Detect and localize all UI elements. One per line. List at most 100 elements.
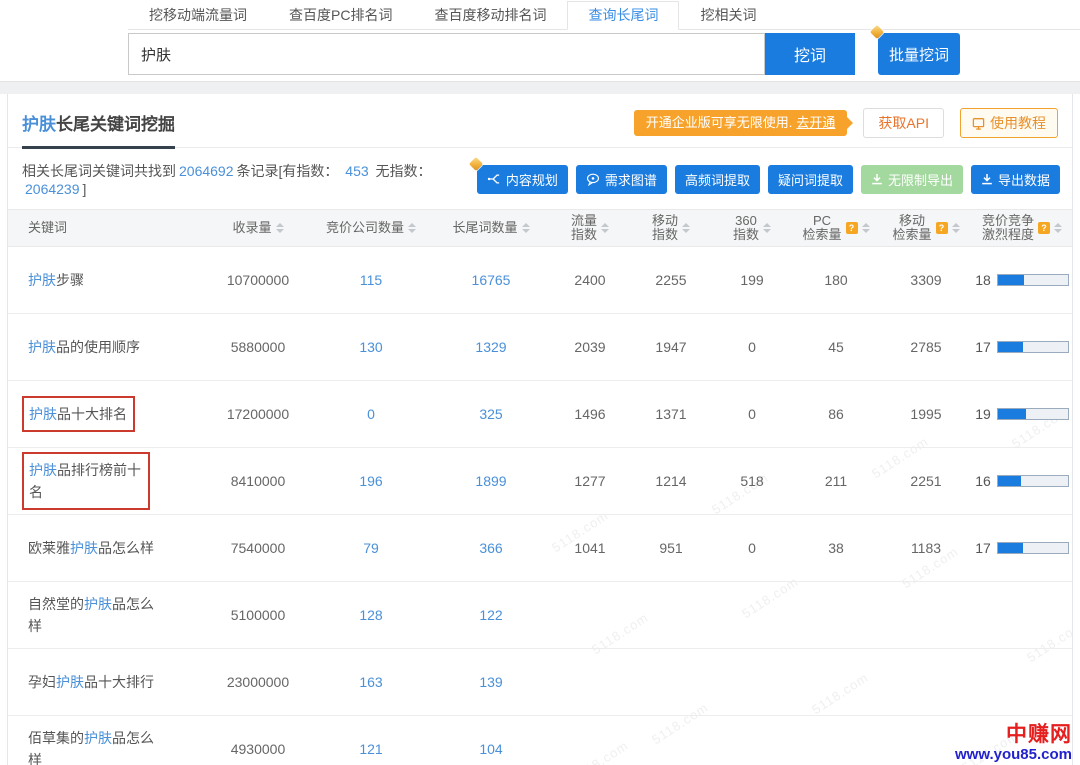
content-plan-button[interactable]: 内容规划 <box>477 165 568 194</box>
keyword-cell: 护肤品排行榜前十名 <box>8 460 206 502</box>
longtail-count[interactable]: 16765 <box>432 272 550 288</box>
longtail-count[interactable]: 104 <box>432 741 550 757</box>
keyword-link[interactable]: 护肤 <box>84 596 112 612</box>
mobile-index: 951 <box>630 540 712 556</box>
mobile-index: 1214 <box>630 473 712 489</box>
question-extract-button[interactable]: 疑问词提取 <box>768 165 853 194</box>
top-tab[interactable]: 查百度PC排名词 <box>268 1 413 30</box>
sort-icon[interactable] <box>408 223 416 233</box>
bid-company-count[interactable]: 79 <box>310 540 432 556</box>
compete-bar: 16 <box>975 473 1069 489</box>
keyword-link[interactable]: 护肤 <box>29 462 57 478</box>
included-count: 10700000 <box>206 272 310 288</box>
table-body: 护肤步骤 10700000 115 16765 2400 2255 199 18… <box>8 247 1072 765</box>
sort-icon[interactable] <box>276 223 284 233</box>
keyword-cell: 佰草集的护肤品怎么样 <box>8 727 206 765</box>
bid-company-count[interactable]: 130 <box>310 339 432 355</box>
keyword-cell: 护肤品十大排名 <box>8 404 206 424</box>
keyword-cell: 护肤步骤 <box>8 269 206 291</box>
section-title-rest: 长尾关键词挖掘 <box>56 115 175 134</box>
keyword-table: 关键词 收录量 竞价公司数量 长尾词数量 流量指数 移动指数 360指数 PC检… <box>8 209 1072 765</box>
keyword-cell: 护肤品的使用顺序 <box>8 336 206 358</box>
keyword-link[interactable]: 护肤 <box>70 540 98 556</box>
top-tab[interactable]: 挖移动端流量词 <box>128 1 268 30</box>
sort-icon[interactable] <box>1054 223 1062 233</box>
flow-index: 2400 <box>550 272 630 288</box>
sort-icon[interactable] <box>682 223 690 233</box>
col-mobile-index: 移动指数 <box>630 214 712 242</box>
bid-company-count[interactable]: 121 <box>310 741 432 757</box>
bid-company-count[interactable]: 128 <box>310 607 432 623</box>
flow-index: 2039 <box>550 339 630 355</box>
longtail-count[interactable]: 1899 <box>432 473 550 489</box>
high-freq-extract-button[interactable]: 高频词提取 <box>675 165 760 194</box>
mobile-search-volume: 1995 <box>880 406 972 422</box>
table-row: 护肤品的使用顺序 5880000 130 1329 2039 1947 0 45… <box>8 314 1072 381</box>
keyword-cell: 孕妇护肤品十大排行 <box>8 671 206 693</box>
pc-search-volume: 180 <box>792 272 880 288</box>
bid-company-count[interactable]: 196 <box>310 473 432 489</box>
keyword-search-input[interactable] <box>128 33 765 75</box>
top-tab-bar: 挖移动端流量词查百度PC排名词查百度移动排名词查询长尾词挖相关词 <box>128 1 1080 30</box>
longtail-count[interactable]: 366 <box>432 540 550 556</box>
sort-icon[interactable] <box>522 223 530 233</box>
sort-icon[interactable] <box>952 223 960 233</box>
sort-icon[interactable] <box>862 223 870 233</box>
sort-icon[interactable] <box>763 223 771 233</box>
get-api-button[interactable]: 获取API <box>863 108 944 138</box>
help-icon[interactable]: ? <box>846 222 858 234</box>
help-icon[interactable]: ? <box>936 222 948 234</box>
promo-upgrade-link[interactable]: 去开通 <box>796 115 835 130</box>
longtail-count[interactable]: 1329 <box>432 339 550 355</box>
longtail-count[interactable]: 122 <box>432 607 550 623</box>
longtail-count[interactable]: 325 <box>432 406 550 422</box>
export-data-button[interactable]: 导出数据 <box>971 165 1060 194</box>
keyword-link[interactable]: 护肤 <box>29 406 57 422</box>
enterprise-promo-banner[interactable]: 开通企业版可享无限使用.去开通 <box>634 110 848 136</box>
360-index: 0 <box>712 540 792 556</box>
included-count: 23000000 <box>206 674 310 690</box>
mobile-search-volume: 3309 <box>880 272 972 288</box>
pc-search-volume: 211 <box>792 473 880 489</box>
dig-words-button[interactable]: 挖词 <box>765 33 855 75</box>
mobile-index: 1947 <box>630 339 712 355</box>
compete-cell: 19 <box>972 406 1072 422</box>
tutorial-button[interactable]: 使用教程 <box>960 108 1058 138</box>
compete-cell: 17 <box>972 339 1072 355</box>
table-row: 欧莱雅护肤品怎么样 7540000 79 366 1041 951 0 38 1… <box>8 515 1072 582</box>
mobile-search-volume: 2785 <box>880 339 972 355</box>
keyword-link[interactable]: 护肤 <box>84 730 112 746</box>
keyword-link[interactable]: 护肤 <box>56 674 84 690</box>
panel-header: 护肤长尾关键词挖掘 开通企业版可享无限使用.去开通 获取API 使用教程 <box>8 94 1072 148</box>
table-row: 护肤步骤 10700000 115 16765 2400 2255 199 18… <box>8 247 1072 314</box>
included-count: 7540000 <box>206 540 310 556</box>
table-row: 佰草集的护肤品怎么样 4930000 121 104 <box>8 716 1072 765</box>
help-icon[interactable]: ? <box>1038 222 1050 234</box>
col-included: 收录量 <box>206 221 310 235</box>
compete-cell: 16 <box>972 473 1072 489</box>
mobile-index: 2255 <box>630 272 712 288</box>
demand-map-button[interactable]: 需求图谱 <box>576 165 667 194</box>
top-tab[interactable]: 查询长尾词 <box>567 1 679 30</box>
top-bar: 挖移动端流量词查百度PC排名词查百度移动排名词查询长尾词挖相关词 挖词 批量挖词 <box>0 0 1080 75</box>
bid-company-count[interactable]: 0 <box>310 406 432 422</box>
unlimited-export-button[interactable]: 无限制导出 <box>861 165 963 194</box>
included-count: 4930000 <box>206 741 310 757</box>
batch-dig-button[interactable]: 批量挖词 <box>878 33 960 75</box>
top-tab[interactable]: 挖相关词 <box>679 1 777 30</box>
longtail-count[interactable]: 139 <box>432 674 550 690</box>
col-compete: 竞价竞争激烈程度 ? <box>972 214 1072 242</box>
keyword-link[interactable]: 护肤 <box>28 272 56 288</box>
compete-cell: 18 <box>972 272 1072 288</box>
included-count: 8410000 <box>206 473 310 489</box>
summary-row: 相关长尾词关键词共找到2064692条记录[有指数： 453 无指数： 2064… <box>8 148 1072 209</box>
bid-company-count[interactable]: 163 <box>310 674 432 690</box>
bid-company-count[interactable]: 115 <box>310 272 432 288</box>
section-title: 护肤长尾关键词挖掘 <box>22 110 175 149</box>
360-index: 0 <box>712 339 792 355</box>
top-tab[interactable]: 查百度移动排名词 <box>413 1 567 30</box>
compete-bar: 19 <box>975 406 1069 422</box>
keyword-link[interactable]: 护肤 <box>28 339 56 355</box>
sort-icon[interactable] <box>601 223 609 233</box>
table-row: 孕妇护肤品十大排行 23000000 163 139 <box>8 649 1072 716</box>
